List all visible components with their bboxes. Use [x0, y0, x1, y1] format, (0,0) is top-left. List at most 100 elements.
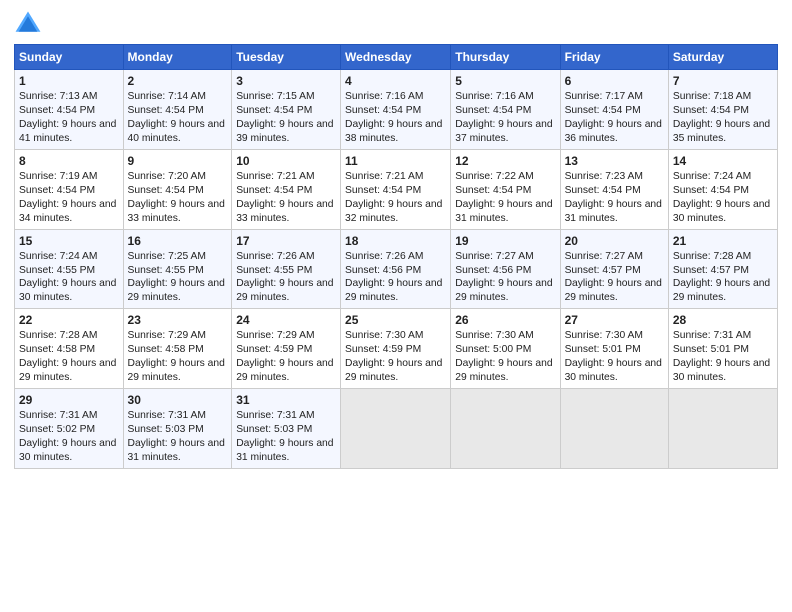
sunset-text: Sunset: 4:54 PM: [673, 105, 749, 116]
calendar-cell: 31Sunrise: 7:31 AMSunset: 5:03 PMDayligh…: [232, 389, 341, 469]
sunset-text: Sunset: 4:56 PM: [455, 265, 531, 276]
calendar-cell: 21Sunrise: 7:28 AMSunset: 4:57 PMDayligh…: [668, 229, 777, 309]
calendar-cell: 13Sunrise: 7:23 AMSunset: 4:54 PMDayligh…: [560, 149, 668, 229]
sunset-text: Sunset: 4:55 PM: [128, 265, 204, 276]
calendar-cell: [341, 389, 451, 469]
calendar-cell: 20Sunrise: 7:27 AMSunset: 4:57 PMDayligh…: [560, 229, 668, 309]
sunrise-text: Sunrise: 7:23 AM: [565, 171, 643, 182]
sunset-text: Sunset: 4:59 PM: [345, 344, 421, 355]
sunset-text: Sunset: 5:02 PM: [19, 424, 95, 435]
sunrise-text: Sunrise: 7:27 AM: [565, 251, 643, 262]
header-day: Monday: [123, 45, 232, 70]
day-number: 18: [345, 233, 446, 249]
day-number: 6: [565, 73, 664, 89]
header-day: Wednesday: [341, 45, 451, 70]
day-number: 8: [19, 153, 119, 169]
header-day: Sunday: [15, 45, 124, 70]
calendar-cell: 18Sunrise: 7:26 AMSunset: 4:56 PMDayligh…: [341, 229, 451, 309]
sunrise-text: Sunrise: 7:28 AM: [19, 330, 97, 341]
daylight-text: Daylight: 9 hours and 29 minutes.: [345, 358, 442, 383]
calendar-cell: 9Sunrise: 7:20 AMSunset: 4:54 PMDaylight…: [123, 149, 232, 229]
header-day: Thursday: [451, 45, 560, 70]
sunset-text: Sunset: 4:54 PM: [128, 105, 204, 116]
sunset-text: Sunset: 4:54 PM: [345, 105, 421, 116]
calendar-cell: 3 Sunrise: 7:15 AM Sunset: 4:54 PM Daylight…: [232, 70, 341, 150]
page: SundayMondayTuesdayWednesdayThursdayFrid…: [0, 0, 792, 479]
calendar-cell: 24Sunrise: 7:29 AMSunset: 4:59 PMDayligh…: [232, 309, 341, 389]
daylight-text: Daylight: 9 hours and 29 minutes.: [455, 358, 552, 383]
day-number: 9: [128, 153, 228, 169]
sunrise-text: Sunrise: 7:15 AM: [236, 91, 314, 102]
sunset-text: Sunset: 4:54 PM: [236, 105, 312, 116]
calendar-cell: 12Sunrise: 7:22 AMSunset: 4:54 PMDayligh…: [451, 149, 560, 229]
sunset-text: Sunset: 4:55 PM: [236, 265, 312, 276]
calendar-cell: 8Sunrise: 7:19 AMSunset: 4:54 PMDaylight…: [15, 149, 124, 229]
calendar-cell: 25Sunrise: 7:30 AMSunset: 4:59 PMDayligh…: [341, 309, 451, 389]
calendar-cell: 17Sunrise: 7:26 AMSunset: 4:55 PMDayligh…: [232, 229, 341, 309]
day-number: 3: [236, 73, 336, 89]
day-number: 29: [19, 392, 119, 408]
sunrise-text: Sunrise: 7:31 AM: [673, 330, 751, 341]
sunset-text: Sunset: 5:03 PM: [236, 424, 312, 435]
week-row: 22Sunrise: 7:28 AMSunset: 4:58 PMDayligh…: [15, 309, 778, 389]
daylight-text: Daylight: 9 hours and 38 minutes.: [345, 119, 442, 144]
sunrise-text: Sunrise: 7:16 AM: [455, 91, 533, 102]
sunset-text: Sunset: 5:00 PM: [455, 344, 531, 355]
calendar-cell: [560, 389, 668, 469]
calendar-cell: 10Sunrise: 7:21 AMSunset: 4:54 PMDayligh…: [232, 149, 341, 229]
daylight-text: Daylight: 9 hours and 37 minutes.: [455, 119, 552, 144]
sunset-text: Sunset: 4:54 PM: [19, 105, 95, 116]
daylight-text: Daylight: 9 hours and 39 minutes.: [236, 119, 333, 144]
daylight-text: Daylight: 9 hours and 30 minutes.: [673, 358, 770, 383]
sunrise-text: Sunrise: 7:19 AM: [19, 171, 97, 182]
sunrise-text: Sunrise: 7:31 AM: [236, 410, 314, 421]
daylight-text: Daylight: 9 hours and 35 minutes.: [673, 119, 770, 144]
logo-icon: [14, 10, 42, 38]
sunset-text: Sunset: 4:56 PM: [345, 265, 421, 276]
sunrise-text: Sunrise: 7:29 AM: [128, 330, 206, 341]
calendar-cell: [451, 389, 560, 469]
daylight-text: Daylight: 9 hours and 30 minutes.: [19, 438, 116, 463]
daylight-text: Daylight: 9 hours and 41 minutes.: [19, 119, 116, 144]
sunset-text: Sunset: 5:03 PM: [128, 424, 204, 435]
sunset-text: Sunset: 4:59 PM: [236, 344, 312, 355]
daylight-text: Daylight: 9 hours and 29 minutes.: [236, 278, 333, 303]
sunrise-text: Sunrise: 7:30 AM: [565, 330, 643, 341]
sunset-text: Sunset: 5:01 PM: [673, 344, 749, 355]
daylight-text: Daylight: 9 hours and 29 minutes.: [673, 278, 770, 303]
day-number: 27: [565, 312, 664, 328]
sunrise-text: Sunrise: 7:31 AM: [128, 410, 206, 421]
calendar-cell: 7Sunrise: 7:18 AMSunset: 4:54 PMDaylight…: [668, 70, 777, 150]
calendar-cell: 2Sunrise: 7:14 AMSunset: 4:54 PMDaylight…: [123, 70, 232, 150]
calendar-cell: 27Sunrise: 7:30 AMSunset: 5:01 PMDayligh…: [560, 309, 668, 389]
sunrise-text: Sunrise: 7:17 AM: [565, 91, 643, 102]
daylight-text: Daylight: 9 hours and 30 minutes.: [19, 278, 116, 303]
sunrise-text: Sunrise: 7:24 AM: [19, 251, 97, 262]
daylight-text: Daylight: 9 hours and 31 minutes.: [565, 199, 662, 224]
calendar-cell: 11Sunrise: 7:21 AMSunset: 4:54 PMDayligh…: [341, 149, 451, 229]
calendar-cell: 14Sunrise: 7:24 AMSunset: 4:54 PMDayligh…: [668, 149, 777, 229]
week-row: 8 Sunrise: 7:19 AM Sunset: 4:54 PM Daylight…: [15, 149, 778, 229]
sunrise-text: Sunrise: 7:25 AM: [128, 251, 206, 262]
sunrise-text: Sunrise: 7:20 AM: [128, 171, 206, 182]
sunset-text: Sunset: 4:54 PM: [19, 185, 95, 196]
daylight-text: Daylight: 9 hours and 29 minutes.: [565, 278, 662, 303]
day-number: 1: [19, 73, 119, 89]
day-number: 4: [345, 73, 446, 89]
sunrise-text: Sunrise: 7:26 AM: [345, 251, 423, 262]
sunset-text: Sunset: 4:54 PM: [673, 185, 749, 196]
day-number: 28: [673, 312, 773, 328]
calendar-cell: 26Sunrise: 7:30 AMSunset: 5:00 PMDayligh…: [451, 309, 560, 389]
sunset-text: Sunset: 4:57 PM: [673, 265, 749, 276]
daylight-text: Daylight: 9 hours and 29 minutes.: [455, 278, 552, 303]
calendar-cell: 29Sunrise: 7:31 AMSunset: 5:02 PMDayligh…: [15, 389, 124, 469]
day-number: 21: [673, 233, 773, 249]
day-number: 19: [455, 233, 555, 249]
calendar-cell: 4Sunrise: 7:16 AMSunset: 4:54 PMDaylight…: [341, 70, 451, 150]
sunrise-text: Sunrise: 7:14 AM: [128, 91, 206, 102]
header-day: Friday: [560, 45, 668, 70]
header-day: Saturday: [668, 45, 777, 70]
calendar-cell: 19Sunrise: 7:27 AMSunset: 4:56 PMDayligh…: [451, 229, 560, 309]
day-number: 11: [345, 153, 446, 169]
daylight-text: Daylight: 9 hours and 32 minutes.: [345, 199, 442, 224]
